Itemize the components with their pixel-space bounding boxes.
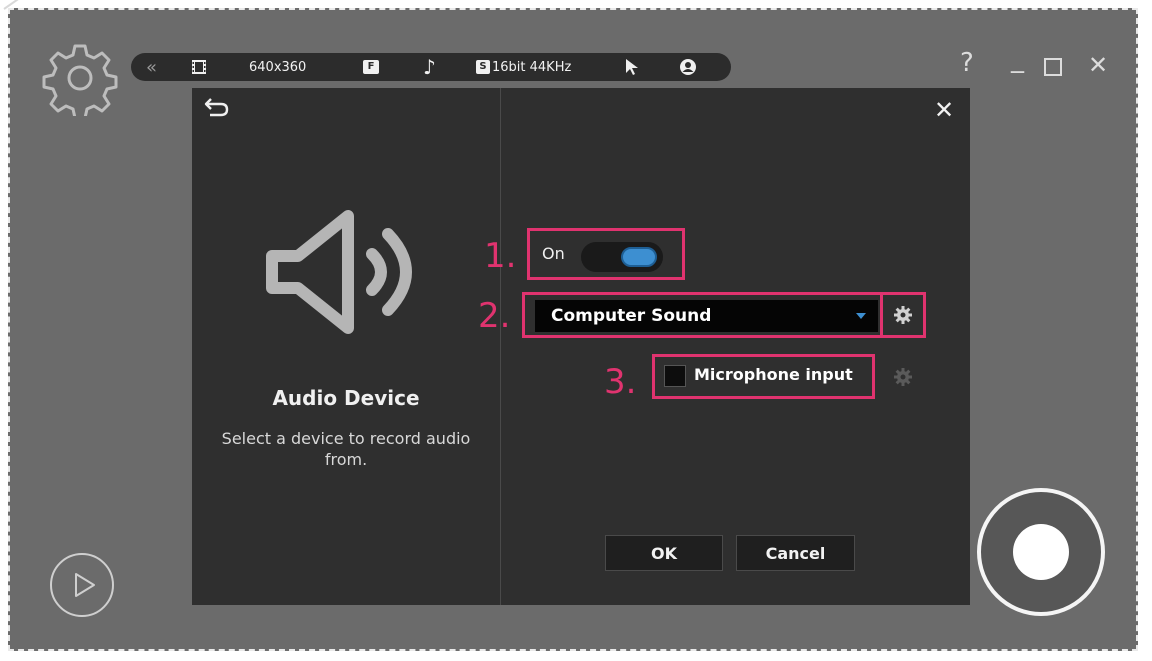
microphone-label[interactable]: Microphone input bbox=[694, 365, 853, 384]
help-button[interactable]: ? bbox=[960, 48, 974, 78]
film-strip-icon bbox=[192, 60, 206, 74]
collapse-toolbar-button[interactable]: « bbox=[146, 53, 157, 81]
cursor-settings-button[interactable] bbox=[625, 53, 639, 81]
corner-decoration bbox=[3, 0, 38, 10]
audio-device-dialog: ✕ Audio Device Select a device to record… bbox=[192, 88, 970, 605]
resolution-value[interactable]: 640x360 bbox=[249, 53, 306, 81]
webcam-button[interactable] bbox=[679, 53, 697, 81]
step-2-label: 2. bbox=[478, 296, 511, 336]
maximize-icon bbox=[1044, 58, 1062, 76]
record-button[interactable] bbox=[977, 488, 1105, 616]
audio-quality-button[interactable]: S 16bit 44KHz bbox=[476, 53, 571, 81]
audio-badge-icon: S bbox=[476, 60, 490, 74]
microphone-checkbox[interactable] bbox=[664, 365, 686, 387]
close-window-button[interactable]: ✕ bbox=[1088, 50, 1108, 80]
maximize-button[interactable] bbox=[1044, 53, 1062, 83]
close-dialog-button[interactable]: ✕ bbox=[934, 96, 954, 124]
speaker-icon bbox=[266, 210, 412, 334]
audio-on-toggle[interactable] bbox=[581, 242, 663, 272]
audio-quality-value: 16bit 44KHz bbox=[492, 59, 572, 75]
dialog-divider bbox=[500, 88, 501, 605]
double-chevron-left-icon: « bbox=[146, 56, 158, 78]
play-button[interactable] bbox=[50, 553, 114, 617]
microphone-settings-gear-icon[interactable] bbox=[893, 367, 913, 387]
dialog-description: Select a device to record audio from. bbox=[221, 429, 471, 469]
cursor-arrow-icon bbox=[626, 59, 638, 75]
toggle-knob bbox=[621, 247, 657, 267]
recording-settings-toolbar: « 640x360 F ♪ S 16bit 44KHz bbox=[131, 53, 731, 81]
video-settings-button[interactable] bbox=[191, 53, 207, 81]
record-dot-icon bbox=[1013, 524, 1069, 580]
cancel-button[interactable]: Cancel bbox=[736, 535, 855, 571]
dialog-title: Audio Device bbox=[272, 386, 420, 410]
audio-settings-button[interactable]: ♪ bbox=[423, 53, 436, 81]
settings-gear-icon[interactable] bbox=[42, 40, 118, 116]
music-note-icon: ♪ bbox=[423, 55, 436, 79]
minimize-button[interactable]: _ bbox=[1011, 44, 1024, 74]
audio-device-select[interactable]: Computer Sound bbox=[535, 300, 878, 332]
frame-rate-button[interactable]: F bbox=[363, 53, 379, 81]
frames-badge-icon: F bbox=[363, 60, 379, 74]
device-settings-gear-icon[interactable] bbox=[893, 305, 913, 325]
back-arrow-icon[interactable] bbox=[204, 96, 230, 118]
dropdown-caret-icon bbox=[856, 313, 866, 319]
step-3-label: 3. bbox=[604, 362, 637, 402]
selected-device: Computer Sound bbox=[551, 306, 712, 326]
ok-button[interactable]: OK bbox=[605, 535, 723, 571]
step-1-label: 1. bbox=[484, 236, 517, 276]
toggle-label: On bbox=[542, 244, 565, 263]
play-icon bbox=[75, 573, 95, 597]
webcam-icon bbox=[680, 59, 696, 75]
